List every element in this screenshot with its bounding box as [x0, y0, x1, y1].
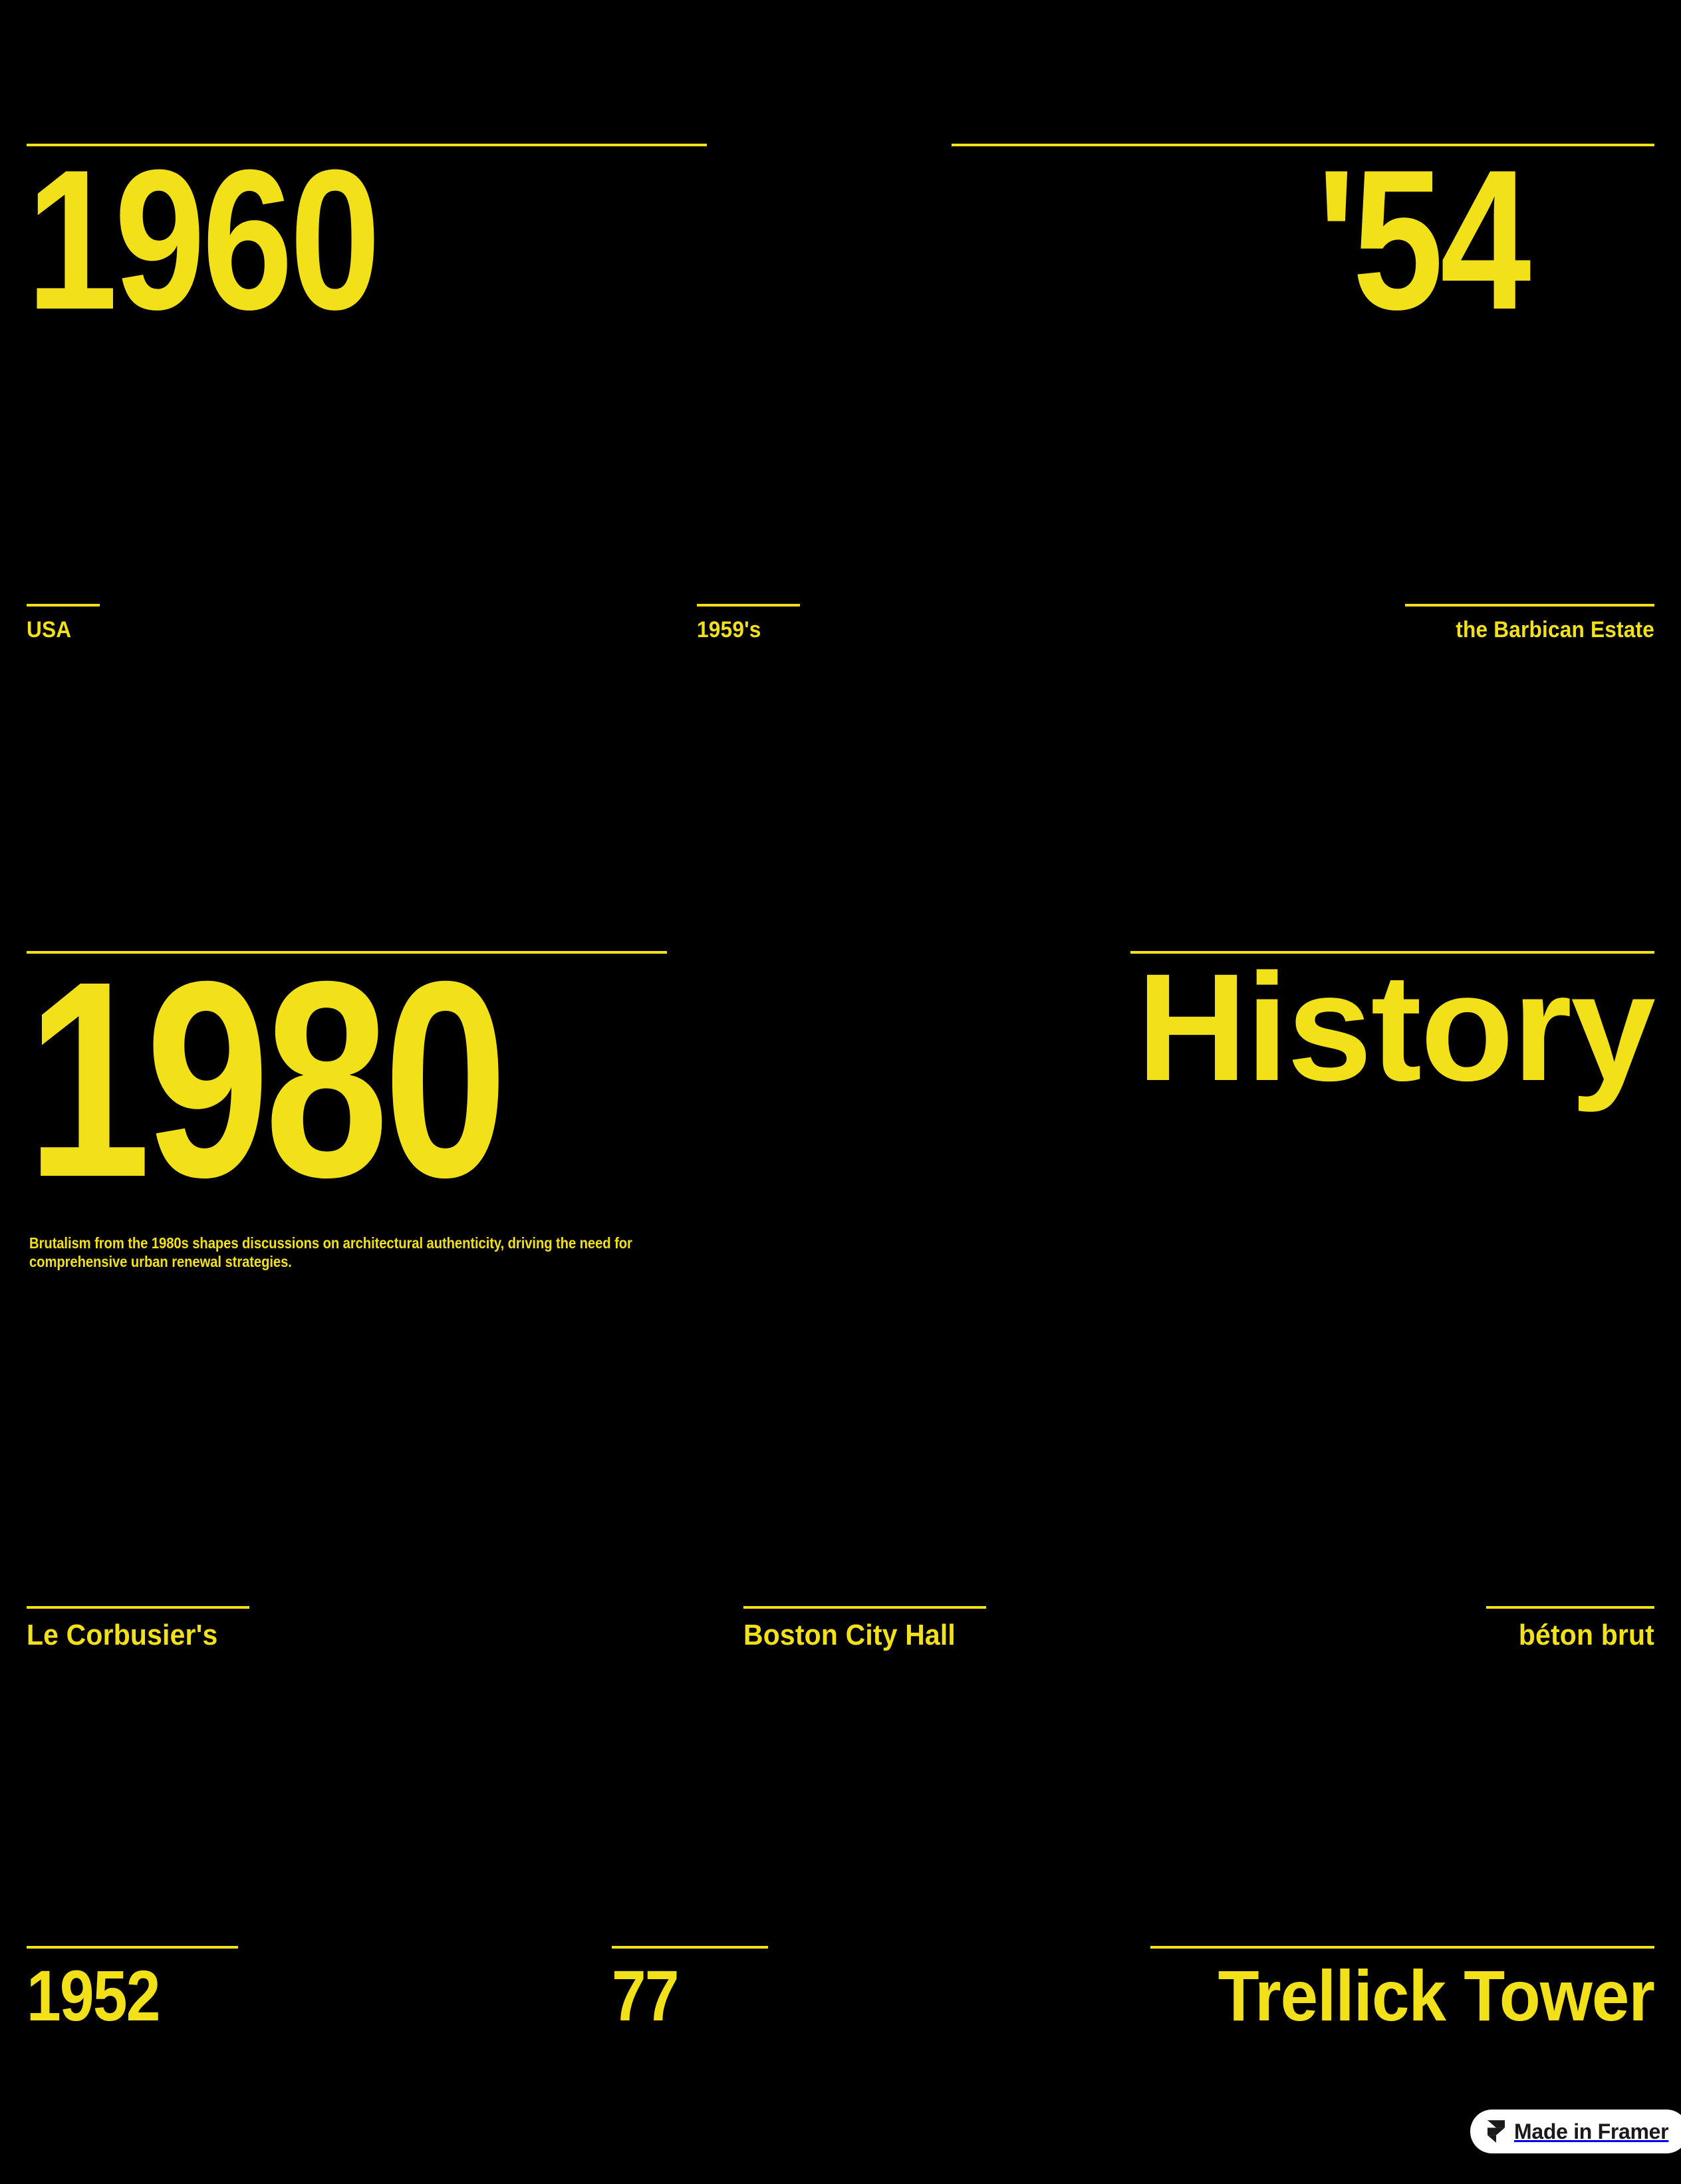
framer-logo-icon	[1487, 2120, 1505, 2143]
label-1959s-text: 1959's	[697, 617, 761, 642]
made-in-framer-badge[interactable]: Made in Framer	[1470, 2110, 1681, 2153]
year-1960-text: 1960	[27, 128, 381, 351]
year-54-text: '54	[1317, 128, 1531, 351]
made-in-framer-label: Made in Framer	[1514, 2119, 1669, 2143]
block-label-1959s: 1959's	[697, 604, 800, 641]
label-le-corbusier-text: Le Corbusier's	[27, 1619, 218, 1651]
label-usa-text: USA	[27, 617, 72, 642]
block-heading-history: History	[1130, 942, 1656, 1113]
label-beton-brut-text: béton brut	[1518, 1619, 1654, 1651]
paragraph-1980: Brutalism from the 1980s shapes discussi…	[29, 1234, 632, 1271]
block-year-1952: 1952	[27, 1946, 238, 2036]
block-label-le-corbusier: Le Corbusier's	[27, 1606, 249, 1650]
block-year-1960: 1960	[27, 128, 707, 351]
block-number-77: 77	[612, 1946, 768, 2036]
year-1980-text: 1980	[27, 924, 507, 1236]
block-label-beton-brut: béton brut	[1486, 1606, 1654, 1650]
block-label-boston-city-hall: Boston City Hall	[743, 1606, 986, 1650]
poster-canvas: 1960 '54 USA 1959's the Barbican Estate …	[0, 0, 1681, 2184]
label-boston-city-hall-text: Boston City Hall	[743, 1619, 956, 1651]
heading-history-text: History	[1136, 942, 1656, 1113]
block-year-54: '54	[952, 128, 1654, 351]
block-label-trellick-tower: Trellick Tower	[1150, 1946, 1655, 2036]
number-77-text: 77	[612, 1955, 680, 2036]
block-label-usa: USA	[27, 604, 100, 641]
year-1952-text: 1952	[27, 1955, 160, 2036]
label-barbican-estate-text: the Barbican Estate	[1456, 617, 1654, 642]
block-label-barbican-estate: the Barbican Estate	[1405, 604, 1654, 641]
label-trellick-tower-text: Trellick Tower	[1218, 1955, 1655, 2036]
block-year-1980: 1980	[27, 924, 667, 1236]
